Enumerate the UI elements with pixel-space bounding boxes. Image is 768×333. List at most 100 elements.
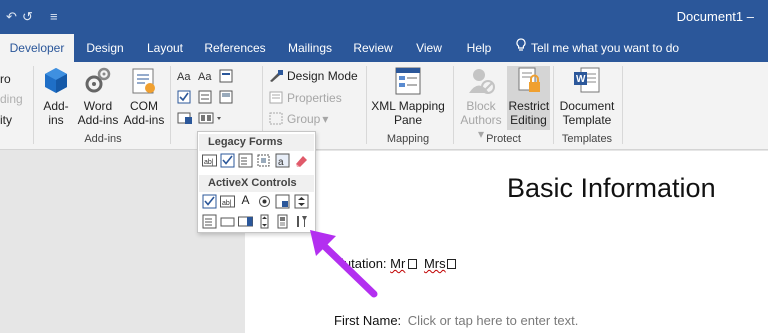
com-add-ins-icon	[132, 68, 155, 94]
separator	[170, 66, 171, 144]
tab-layout[interactable]: Layout	[140, 34, 190, 62]
separator	[366, 66, 367, 144]
legacy-tools-dropdown: Legacy Forms ab| a ActiveX Controls ab| …	[197, 131, 316, 233]
document-name: Document1	[676, 9, 744, 24]
svg-text:ab|: ab|	[222, 200, 232, 207]
ribbon-tabs: Developer Design Layout References Maili…	[0, 34, 768, 62]
legacy-tools-icons[interactable]	[177, 111, 227, 125]
first-name-label: First Name:	[334, 313, 402, 328]
code-cut-label-3[interactable]: ity	[0, 113, 12, 127]
title-bar: ↶ ↺ ≡ Document1 –	[0, 0, 768, 34]
group-label: Group	[287, 112, 321, 126]
tab-references[interactable]: References	[200, 34, 270, 62]
tell-me-search[interactable]: Tell me what you want to do	[514, 34, 679, 62]
group-icon	[269, 112, 283, 125]
mrs-option-label: Mrs	[423, 256, 446, 271]
activex-command-button-icon[interactable]	[220, 214, 235, 229]
block-authors-label: Block Authors	[460, 99, 502, 127]
document-title: Document1 –	[677, 9, 754, 24]
activex-image-icon[interactable]	[275, 194, 290, 209]
activex-checkbox-icon[interactable]	[202, 194, 217, 209]
mr-option-label: Mr	[390, 256, 406, 271]
separator	[553, 66, 554, 144]
mr-checkbox[interactable]	[408, 259, 418, 269]
group-caret: ▾	[322, 112, 329, 126]
ribbon: ro ding ity Add-ins Word Add-ins COM Add…	[0, 62, 768, 150]
add-ins-icon	[45, 68, 67, 93]
tell-me-text: Tell me what you want to do	[531, 41, 680, 55]
activex-controls-header: ActiveX Controls	[199, 175, 314, 192]
restrict-editing-button[interactable]: Restrict Editing	[507, 66, 550, 127]
properties-button: Properties	[269, 91, 342, 105]
com-add-ins-button[interactable]: COM Add-ins	[121, 66, 167, 127]
activex-option-button-icon[interactable]	[257, 194, 272, 209]
word-add-ins-button[interactable]: Word Add-ins	[75, 66, 121, 127]
add-ins-button[interactable]: Add-ins	[38, 66, 74, 127]
activex-toggle-button-icon[interactable]	[275, 214, 290, 229]
activex-scrollbar-icon[interactable]	[257, 214, 272, 229]
legacy-shading-icon[interactable]: a	[275, 153, 290, 168]
svg-text:a: a	[278, 157, 284, 168]
document-template-icon: W	[574, 67, 600, 93]
design-mode-label: Design Mode	[287, 69, 358, 83]
document-heading: Basic Information	[507, 173, 716, 203]
separator	[622, 66, 623, 144]
legacy-text-field-icon[interactable]: ab|	[202, 153, 217, 168]
svg-text:Aa: Aa	[177, 71, 191, 83]
properties-label: Properties	[287, 91, 342, 105]
title-dash: –	[746, 9, 754, 24]
document-template-label: Document Template	[559, 99, 615, 127]
xml-mapping-icon	[395, 67, 421, 95]
xml-mapping-pane-button[interactable]: XML Mapping Pane	[368, 66, 448, 127]
undo-icon[interactable]: ↶	[6, 9, 17, 25]
design-mode-icon	[270, 70, 283, 82]
block-authors-icon	[469, 69, 495, 94]
legacy-frame-icon[interactable]	[256, 153, 271, 168]
first-name-field[interactable]: Click or tap here to enter text.	[408, 313, 579, 328]
mrs-checkbox[interactable]	[446, 259, 456, 269]
activex-combobox-icon[interactable]	[238, 214, 253, 229]
annotation-arrow	[310, 230, 378, 298]
legacy-checkbox-icon[interactable]	[220, 153, 235, 168]
tab-view[interactable]: View	[410, 34, 448, 62]
customize-qat-icon[interactable]: ≡	[50, 9, 58, 24]
activex-spin-button-icon[interactable]	[294, 194, 309, 209]
legacy-combo-icon[interactable]	[238, 153, 253, 168]
com-add-ins-label: COM Add-ins	[123, 99, 165, 127]
code-cut-label-1[interactable]: ro	[0, 72, 11, 86]
protect-group-label: Protect	[486, 133, 521, 145]
tab-mailings[interactable]: Mailings	[280, 34, 340, 62]
templates-group-label: Templates	[561, 133, 613, 145]
svg-text:Aa: Aa	[198, 71, 212, 83]
svg-text:W: W	[576, 74, 586, 85]
design-mode-button[interactable]: Design Mode	[269, 69, 358, 83]
tab-design[interactable]: Design	[80, 34, 130, 62]
first-name-line: First Name: Click or tap here to enter t…	[334, 313, 578, 328]
activex-listbox-icon[interactable]	[202, 214, 217, 229]
redo-icon[interactable]: ↺	[22, 9, 33, 25]
activex-textbox-icon[interactable]: ab|	[220, 194, 235, 209]
restrict-editing-icon	[518, 67, 540, 92]
word-add-ins-label: Word Add-ins	[77, 99, 119, 127]
tab-help[interactable]: Help	[460, 34, 498, 62]
text-controls-icons[interactable]: Aa Aa	[177, 69, 237, 83]
lightbulb-icon	[514, 34, 528, 62]
code-cut-label-2: ding	[0, 92, 23, 106]
block-authors-button: Block Authors▾	[457, 66, 505, 141]
restrict-editing-label: Restrict Editing	[508, 99, 550, 127]
add-ins-group-label: Add-ins	[84, 133, 122, 145]
document-template-button[interactable]: W Document Template	[556, 66, 618, 127]
checkbox-controls-icons[interactable]	[177, 90, 237, 104]
add-ins-label: Add-ins	[43, 99, 69, 127]
tab-review[interactable]: Review	[350, 34, 396, 62]
group-button: Group ▾	[269, 112, 328, 126]
properties-icon	[269, 91, 283, 104]
reset-form-fields-icon[interactable]	[294, 153, 309, 168]
word-add-ins-icon	[85, 67, 111, 93]
separator	[33, 66, 34, 144]
mapping-group-label: Mapping	[386, 133, 430, 145]
svg-text:ab|: ab|	[204, 159, 214, 166]
tab-developer[interactable]: Developer	[0, 34, 74, 62]
legacy-forms-header: Legacy Forms	[199, 134, 314, 151]
activex-label-icon[interactable]: A	[238, 193, 253, 208]
